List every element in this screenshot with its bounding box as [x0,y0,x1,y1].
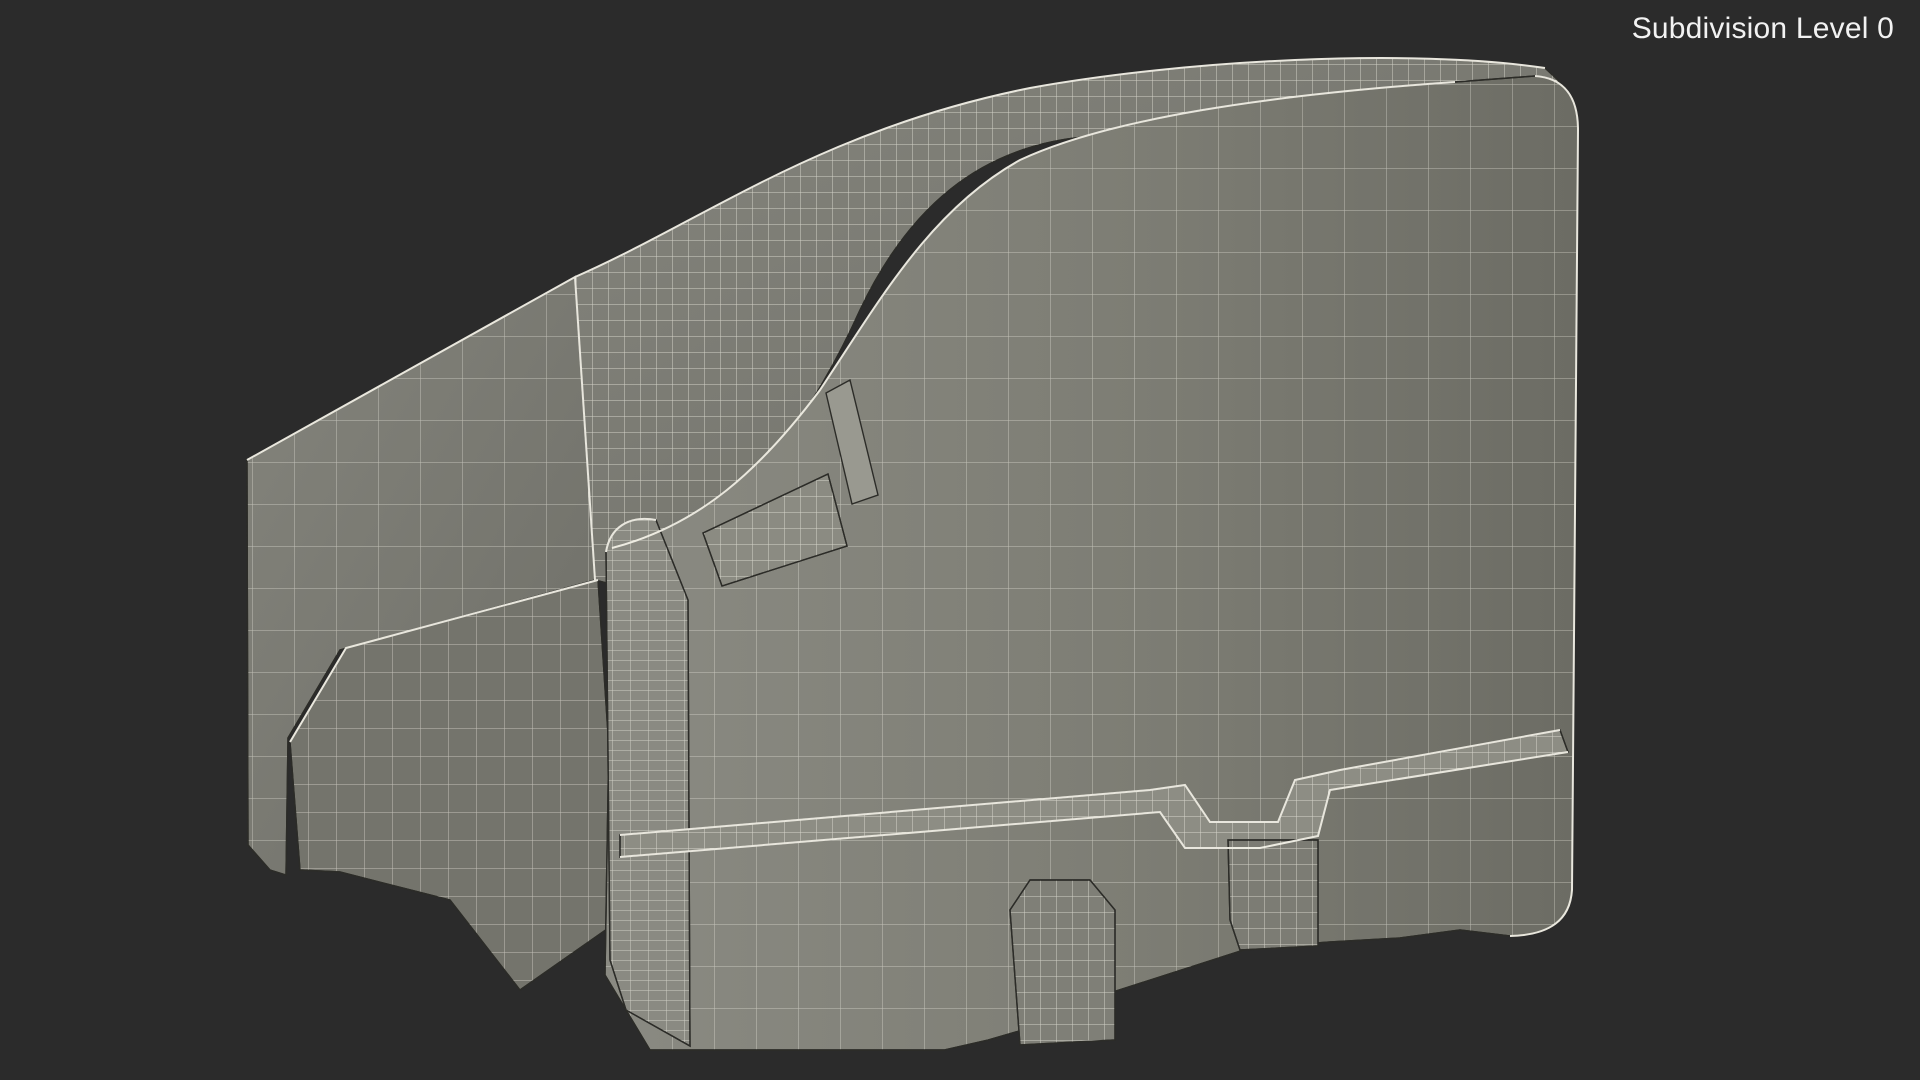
connector-housing-grid [1009,879,1116,1046]
render-viewport: Subdivision Level 0 [0,0,1920,1080]
front-column-grid [605,518,691,1048]
port-cluster-grid [1227,839,1319,951]
wireframe-model [246,57,1579,1051]
wireframe-model-canvas [246,57,1580,1051]
